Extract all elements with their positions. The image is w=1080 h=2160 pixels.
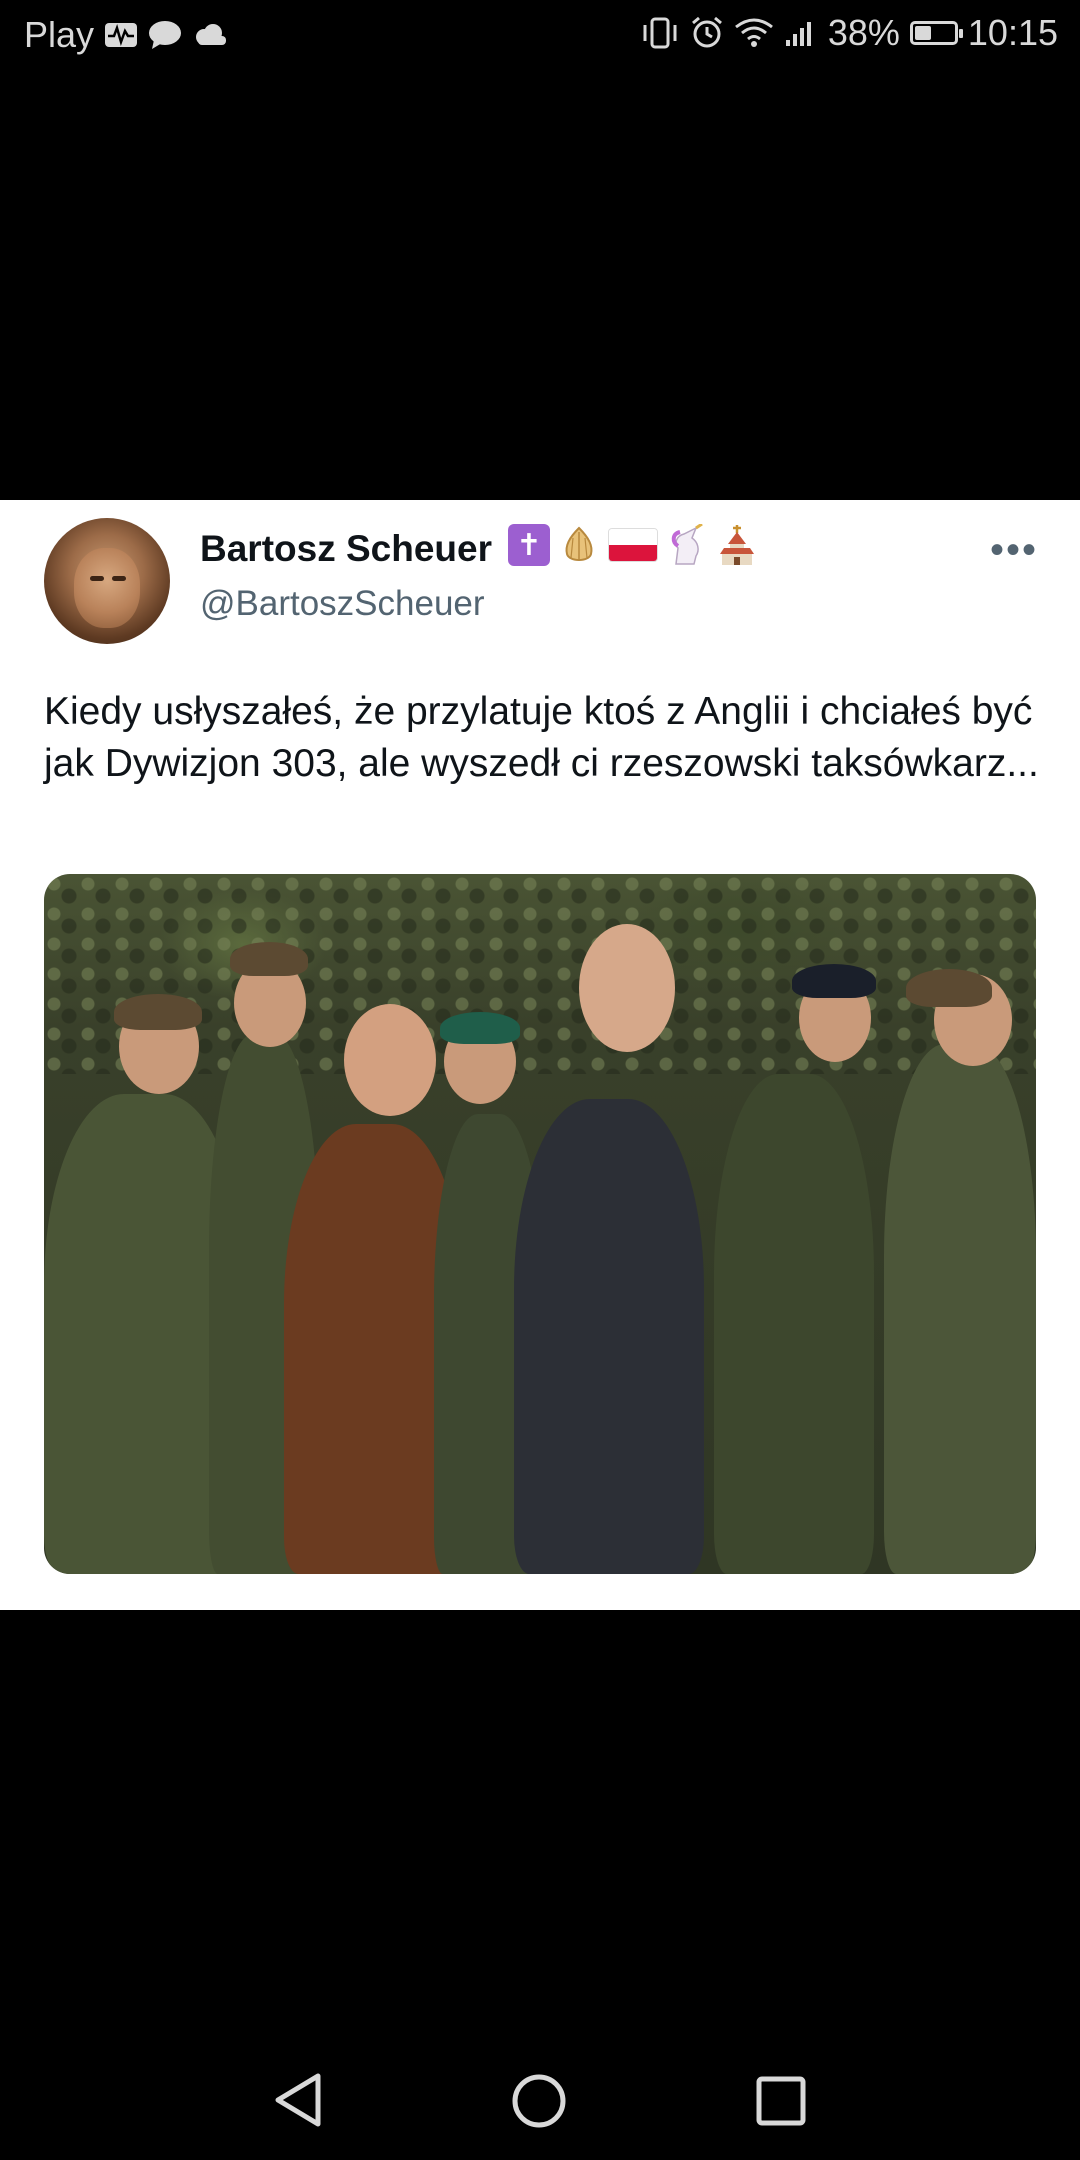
signal-icon: [784, 18, 818, 48]
chat-icon: [148, 20, 182, 50]
more-options-button[interactable]: •••: [990, 528, 1038, 573]
author-handle[interactable]: @BartoszScheuer: [200, 584, 485, 624]
battery-percent: 38%: [827, 12, 900, 53]
activity-icon: [104, 22, 138, 48]
wifi-icon: [734, 17, 774, 49]
author-name[interactable]: Bartosz Scheuer: [200, 528, 492, 570]
poland-flag-emoji: [608, 528, 658, 562]
tweet-photo[interactable]: [44, 874, 1036, 1574]
tweet-card[interactable]: Bartosz Scheuer ✝ @BartoszScheuer ••• Ki…: [0, 500, 1080, 1610]
carrier-label: Play: [24, 14, 95, 55]
status-bar: Play 38% 10:15: [0, 0, 1080, 74]
onion-emoji: [558, 524, 600, 566]
home-icon[interactable]: [510, 2072, 568, 2135]
latin-cross-emoji: ✝: [508, 524, 550, 566]
battery-icon: [909, 21, 963, 45]
clock: 10:15: [967, 12, 1058, 53]
recents-icon[interactable]: [754, 2074, 808, 2133]
vibrate-icon: [640, 16, 680, 50]
name-emojis: ✝: [508, 524, 758, 566]
avatar[interactable]: [44, 518, 170, 644]
church-emoji: [716, 524, 758, 566]
unicorn-emoji: [666, 524, 708, 566]
cloud-icon: [192, 23, 228, 47]
alarm-icon: [690, 16, 724, 50]
nav-bar: [0, 2040, 1080, 2160]
tweet-text: Kiedy usłyszałeś, że przylatuje ktoś z A…: [44, 690, 1039, 785]
back-icon[interactable]: [270, 2070, 326, 2135]
